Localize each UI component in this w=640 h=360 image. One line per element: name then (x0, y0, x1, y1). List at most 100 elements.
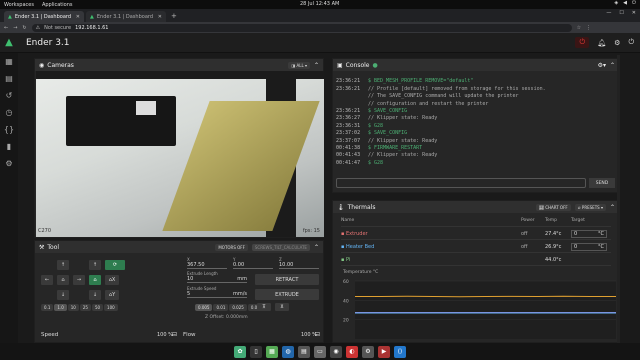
step-option[interactable]: 10 (67, 304, 79, 311)
extrude-button[interactable]: EXTRUDE (255, 289, 319, 300)
camera-name: C270 (38, 228, 52, 234)
power-menu-icon[interactable]: ⏻ (628, 38, 634, 47)
step-option[interactable]: 100 (104, 304, 118, 311)
settings-app-icon[interactable]: ⚙ (362, 345, 374, 358)
camera-feed[interactable]: fps: 15 C270 (36, 71, 324, 237)
y-minus-button[interactable]: ↓ (57, 290, 69, 300)
chart-off-button[interactable]: 📈︎ CHART OFF (535, 203, 571, 211)
power-icon[interactable]: ⏻ (632, 0, 636, 6)
video-player-icon[interactable]: ▶ (378, 345, 390, 358)
vscode-icon[interactable]: ⟨⟩ (394, 345, 406, 358)
command-input[interactable] (336, 178, 586, 188)
collapse-icon[interactable]: ⌃ (314, 62, 319, 69)
home-y-button[interactable]: ⌂ Y (105, 290, 119, 300)
close-tab-icon[interactable]: ✕ (76, 14, 80, 20)
maximize-icon[interactable]: ☐ (619, 10, 623, 16)
dashboard-icon[interactable]: ▦ (5, 57, 13, 66)
app-launcher-icon[interactable]: ✿ (234, 345, 246, 358)
offset-option[interactable]: 0.01 (213, 304, 229, 311)
step-option-selected[interactable]: 1.0 (54, 304, 67, 311)
workspaces-menu[interactable]: Workspaces (4, 2, 34, 8)
system-clock[interactable]: 28 Jul 12:43 AM (300, 1, 339, 7)
volume-icon[interactable]: ◀ (623, 0, 627, 6)
terminal-icon[interactable]: ▯ (250, 345, 262, 358)
files-icon[interactable]: ▤ (5, 74, 13, 83)
thermal-row-bed[interactable]: ▪ Heater Bed off 26.9°c 0 °C (341, 241, 611, 253)
z-position-field[interactable]: Z 10.00 (279, 257, 319, 269)
close-window-icon[interactable]: ✕ (632, 10, 636, 16)
network-icon[interactable]: ◈ (614, 0, 618, 6)
step-option[interactable]: 25 (79, 304, 91, 311)
camera-app-icon[interactable]: ◉ (330, 345, 342, 358)
apps-grid-icon[interactable]: ▦ (266, 345, 278, 358)
page-scrollbar[interactable] (617, 55, 620, 343)
collapse-icon[interactable]: ⌃ (610, 204, 615, 211)
offset-option-selected[interactable]: 0.005 (195, 304, 213, 311)
timelapse-icon[interactable]: ◷ (6, 108, 13, 117)
extrude-speed-field[interactable]: Extrude Speed 5 mm/s (187, 286, 247, 298)
temperature-graph[interactable]: 60 40 20 (341, 277, 616, 343)
y-position-field[interactable]: Y 0.00 (233, 257, 273, 269)
home-xy-button[interactable]: ⌂ (57, 275, 69, 285)
motors-off-button[interactable]: MOTORS OFF (215, 243, 248, 251)
media-icon[interactable]: ◐ (346, 345, 358, 358)
thermal-row-extruder[interactable]: ▪ Extruder off 27.4°c 0 °C (341, 228, 611, 240)
browser-icon[interactable]: ◍ (282, 345, 294, 358)
x-minus-button[interactable]: ← (41, 275, 53, 285)
notifications-icon[interactable]: 🔔︎ (597, 39, 606, 47)
x-plus-button[interactable]: → (73, 275, 85, 285)
emergency-stop-icon[interactable]: ⏻ (575, 37, 590, 48)
screws-tilt-button[interactable]: SCREWS_TILT_CALCULATE (251, 243, 310, 251)
cameras-header: ◉ Cameras ◨ ALL ▾ ⌃ (35, 59, 323, 71)
config-icon[interactable]: {} (4, 125, 14, 134)
system-icon[interactable]: ▮ (7, 142, 11, 151)
history-icon[interactable]: ↺ (6, 91, 13, 100)
y-plus-button[interactable]: ↑ (57, 260, 69, 270)
forward-icon[interactable]: → (13, 25, 17, 31)
klipper-logo-icon[interactable]: ▲ (0, 33, 18, 53)
extrude-length-field[interactable]: Extrude Length 10 mm (187, 271, 247, 283)
minimize-icon[interactable]: — (606, 10, 611, 16)
thermal-row-pi[interactable]: ▪ Pi 44.0°c (341, 254, 611, 266)
collapse-icon[interactable]: ⌃ (314, 244, 319, 251)
home-z-button[interactable]: ⌂ (89, 275, 101, 285)
console-log[interactable]: 23:36:21 $ BED_MESH_PROFILE REMOVE="defau… (336, 71, 611, 175)
collapse-icon[interactable]: ⌃ (610, 62, 615, 69)
z-offset-up-button[interactable]: ⊼ (257, 303, 271, 311)
x-position-field[interactable]: X 367.50 (187, 257, 227, 269)
console-timestamp: 23:36:31 (336, 122, 361, 129)
browser-tab[interactable]: ▲ Ender 3.1 | Dashboard ✕ (86, 11, 166, 22)
offset-option[interactable]: 0.025 (229, 304, 247, 311)
star-icon[interactable]: ☆ (577, 25, 581, 31)
home-x-button[interactable]: ⌂ X (105, 275, 119, 285)
applications-menu[interactable]: Applications (42, 2, 73, 8)
file-manager-icon[interactable]: ▤ (298, 345, 310, 358)
z-minus-button[interactable]: ↓ (89, 290, 101, 300)
browser-tab[interactable]: ▲ Ender 3.1 | Dashboard ✕ (4, 11, 84, 22)
settings-nav-icon[interactable]: ⚙ (5, 159, 12, 168)
retract-button[interactable]: RETRACT (255, 274, 319, 285)
settings-icon[interactable]: ⚙▾ (598, 62, 606, 69)
step-option[interactable]: 0.1 (41, 304, 54, 311)
target-input[interactable]: 0 °C (571, 229, 607, 238)
step-option[interactable]: 50 (91, 304, 104, 311)
x-value: 367.50 (187, 262, 205, 268)
browser-menu-icon[interactable]: ⋮ (586, 25, 591, 31)
url-field[interactable]: ⚠ Not secure 192.168.1.61 (31, 23, 572, 32)
reload-icon[interactable]: ↻ (22, 25, 26, 31)
folder-icon[interactable]: ▭ (314, 345, 326, 358)
target-input[interactable]: 0 °C (571, 242, 607, 251)
presets-button[interactable]: 🔥︎ PRESETS ▾ (574, 203, 606, 211)
speed-edit-icon[interactable]: ⊟ (172, 331, 177, 338)
console-message: // Klipper state: Ready (368, 137, 438, 144)
flow-edit-icon[interactable]: ⊟ (315, 331, 320, 338)
camera-filter-button[interactable]: ◨ ALL ▾ (288, 61, 310, 69)
z-plus-button[interactable]: ↑ (89, 260, 101, 270)
settings-icon[interactable]: ⚙ (614, 39, 620, 47)
home-all-button[interactable]: ⟳ (105, 260, 125, 270)
close-tab-icon[interactable]: ✕ (158, 14, 162, 20)
z-offset-down-button[interactable]: ⊻ (275, 303, 289, 311)
send-button[interactable]: SEND (589, 178, 615, 188)
back-icon[interactable]: ← (4, 25, 8, 31)
new-tab-button[interactable]: + (168, 12, 180, 22)
